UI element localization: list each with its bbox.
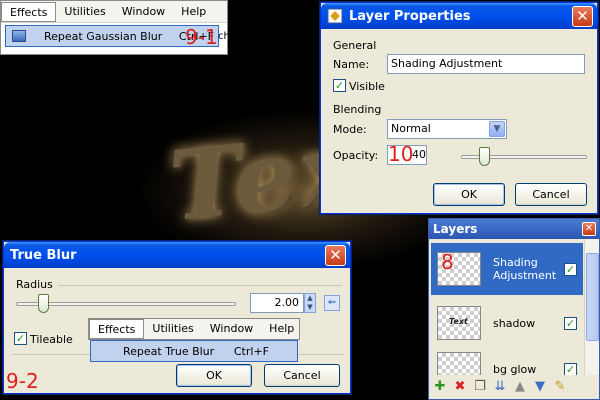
menu-item-repeat-true-blur[interactable]: Repeat True Blur Ctrl+F — [90, 340, 298, 362]
layer-visibility-checkbox[interactable]: ✓ — [564, 262, 577, 276]
chevron-down-icon: ▼ — [489, 121, 505, 137]
merge-down-icon[interactable]: ⇊ — [492, 379, 508, 395]
layer-name: Shading Adjustment — [493, 256, 557, 282]
menu-utilities[interactable]: Utilities — [144, 319, 201, 339]
menu-help[interactable]: Help — [173, 2, 214, 22]
true-blur-ok-button[interactable]: OK — [176, 364, 252, 387]
tileable-checkbox[interactable]: ✓ — [14, 332, 27, 345]
name-label: Name: — [333, 58, 370, 71]
general-heading: General — [333, 39, 377, 52]
radius-slider-track[interactable] — [16, 302, 236, 306]
layer-properties-close-button[interactable]: ✕ — [572, 6, 593, 27]
layer-properties-title: Layer Properties — [349, 8, 471, 24]
opacity-value: 40 — [412, 148, 426, 161]
menu-item-shortcut: Ctrl+F — [233, 344, 269, 358]
mode-label: Mode: — [333, 123, 367, 136]
layer-name: bg glow — [493, 362, 537, 376]
reset-arrow-icon[interactable]: ⇐ — [324, 295, 340, 311]
layer-properties-dialog: Layer Properties ✕ General Name: Shading… — [320, 2, 598, 214]
layer-properties-icon — [327, 8, 343, 24]
layer-item-shadow[interactable]: Text shadow ✓ — [431, 297, 583, 349]
layer-visibility-checkbox[interactable]: ✓ — [564, 316, 577, 330]
duplicate-layer-icon[interactable]: ❐ — [472, 379, 488, 395]
annotation-10: 10 — [388, 142, 414, 166]
menubar-bottom: Effects Utilities Window Help — [88, 318, 300, 340]
true-blur-close-button[interactable]: ✕ — [325, 245, 346, 266]
scrollbar-thumb[interactable] — [586, 253, 599, 341]
layer-item-shading-adjustment[interactable]: Shading Adjustment ✓ — [431, 243, 583, 295]
annotation-9-2: 9-2 — [6, 369, 39, 393]
menu-window[interactable]: Window — [202, 319, 261, 339]
effect-icon — [12, 30, 26, 42]
annotation-8: 8 — [441, 250, 454, 274]
radius-separator — [58, 285, 342, 286]
layers-scrollbar[interactable] — [584, 239, 599, 393]
menu-window[interactable]: Window — [114, 2, 173, 22]
move-up-icon[interactable]: ▲ — [512, 379, 528, 395]
visible-label: Visible — [349, 80, 385, 93]
menu-trailing-text: ch — [218, 31, 230, 42]
layer-properties-icon[interactable]: ✎ — [552, 379, 568, 395]
layers-panel: Layers ✕ Shading Adjustment ✓ 8 Text sha… — [428, 218, 600, 400]
annotation-9-1: 9-1 — [185, 25, 218, 49]
visible-checkbox[interactable]: ✓ — [333, 79, 346, 92]
layers-close-icon[interactable]: ✕ — [582, 222, 596, 236]
layer-name: shadow — [493, 316, 536, 330]
opacity-slider-thumb[interactable] — [479, 147, 490, 166]
menu-effects[interactable]: Effects — [89, 319, 145, 339]
true-blur-cancel-button[interactable]: Cancel — [264, 364, 340, 387]
menu-item-label: Repeat True Blur — [123, 344, 215, 358]
radius-spinner[interactable]: ▲ ▼ — [304, 293, 316, 313]
layer-thumbnail-text: Text — [449, 317, 468, 326]
blend-mode-select[interactable]: Normal ▼ — [387, 119, 507, 139]
layers-titlebar: Layers ✕ — [429, 219, 599, 239]
blend-mode-value: Normal — [391, 122, 431, 135]
tileable-label: Tileable — [30, 333, 73, 346]
delete-layer-icon[interactable]: ✖ — [452, 379, 468, 395]
layers-title: Layers — [433, 222, 478, 236]
layer-visibility-checkbox[interactable]: ✓ — [564, 362, 577, 376]
menu-item-label: Repeat Gaussian Blur — [44, 29, 163, 43]
layer-name-field[interactable]: Shading Adjustment — [387, 54, 585, 74]
layer-properties-ok-button[interactable]: OK — [433, 183, 505, 206]
true-blur-titlebar: True Blur ✕ — [4, 242, 350, 268]
menu-help[interactable]: Help — [261, 319, 302, 339]
layers-toolbar: ✚ ✖ ❐ ⇊ ▲ ▼ ✎ — [429, 375, 599, 399]
opacity-label: Opacity: — [333, 149, 379, 162]
move-down-icon[interactable]: ▼ — [532, 379, 548, 395]
menu-utilities[interactable]: Utilities — [56, 2, 113, 22]
radius-slider-thumb[interactable] — [38, 294, 49, 313]
menu-row: Effects Utilities Window Help — [1, 1, 227, 23]
true-blur-title: True Blur — [10, 247, 77, 263]
radius-field[interactable]: 2.00 — [250, 293, 304, 313]
layer-thumbnail: Text — [437, 306, 481, 340]
radius-label: Radius — [16, 278, 53, 291]
radius-value: 2.00 — [274, 296, 300, 309]
add-layer-icon[interactable]: ✚ — [432, 379, 448, 395]
menu-effects[interactable]: Effects — [1, 1, 57, 22]
layer-properties-titlebar: Layer Properties ✕ — [321, 3, 597, 29]
layer-properties-cancel-button[interactable]: Cancel — [515, 183, 587, 206]
blending-heading: Blending — [333, 103, 382, 116]
